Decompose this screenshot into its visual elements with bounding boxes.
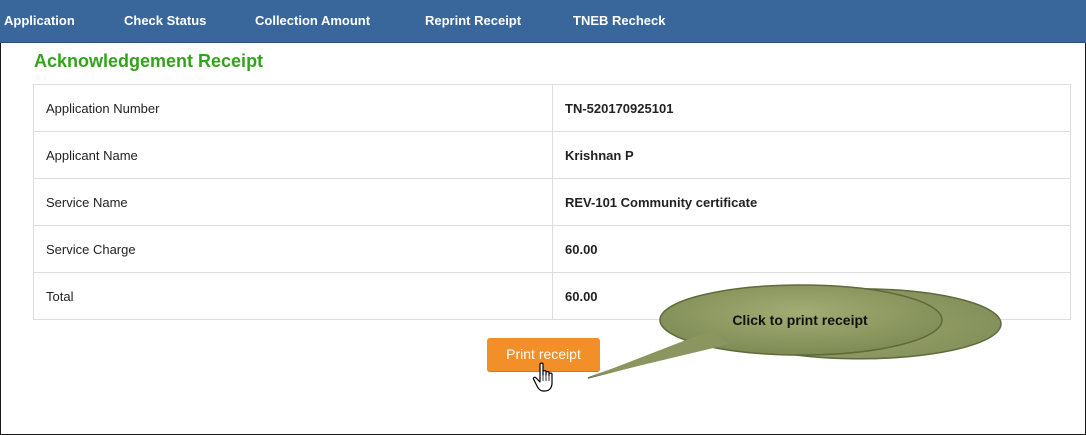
hand-pointer-icon bbox=[532, 362, 553, 392]
callout-text: Click to print receipt bbox=[732, 312, 868, 328]
